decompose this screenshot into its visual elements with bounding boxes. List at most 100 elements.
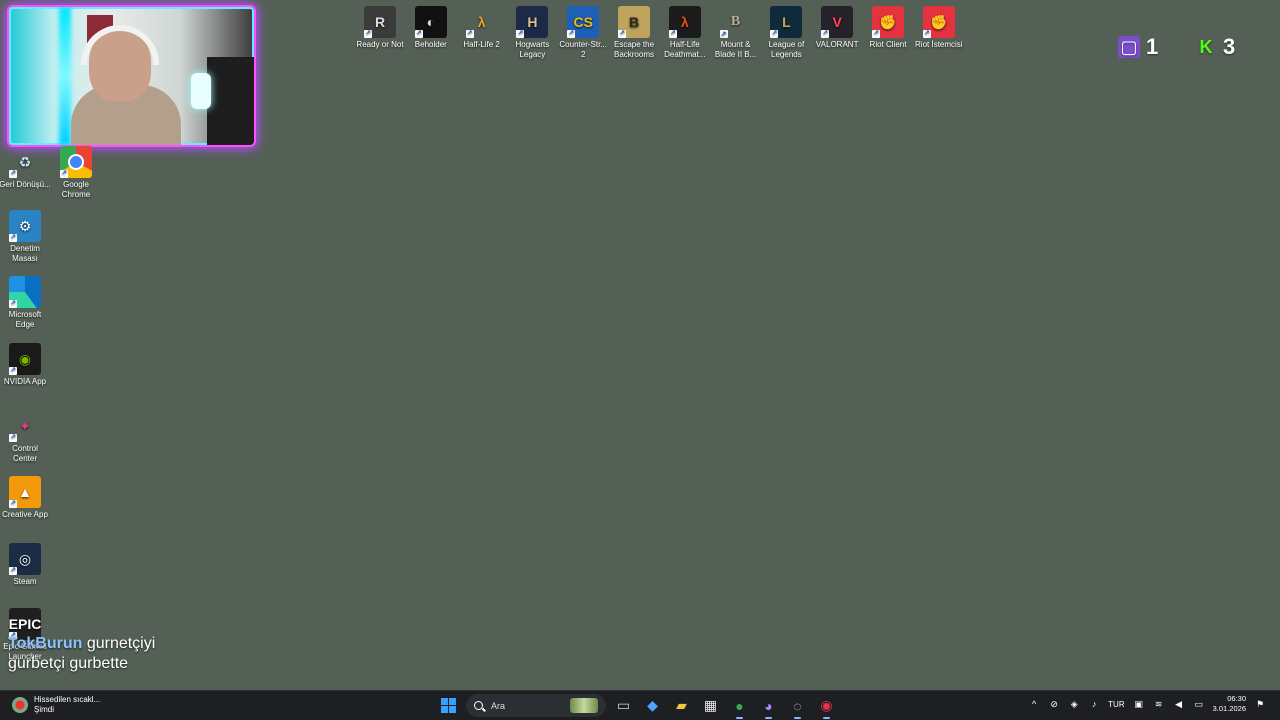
shortcut-arrow-icon: ↗ [516,30,525,38]
file-explorer-icon: ▰ [676,697,687,713]
clock[interactable]: 06:30 3.01.2026 [1213,694,1246,714]
chat-app-icon: ◕ [764,697,773,714]
mount-and-blade-icon: B ↗ [719,6,752,38]
desktop-shortcut[interactable]: ◐ ↗ Beholder [405,6,457,50]
shortcut-label: Creative App [2,510,48,519]
desktop-shortcut[interactable]: CS ↗ Counter-Str... 2 [557,6,609,60]
desktop-shortcut[interactable]: ⚙ ↗ Denetim Masası [0,210,51,264]
desktop-shortcut[interactable]: B ↗ Mount & Blade II B... [710,6,762,60]
desktop-shortcut[interactable]: ↗ Google Chrome [50,146,102,200]
taskbar-app-button[interactable]: ▰ [670,694,693,717]
icon-glyph: ♻ [18,154,32,170]
shortcut-label: Control Center [12,444,38,463]
weather-widget[interactable]: Hissedilen sıcakl... Şimdi [12,695,100,715]
shortcut-label: Geri Dönüşü... [0,180,51,189]
shortcut-label: Steam [13,577,37,586]
shortcut-arrow-icon: ↗ [465,30,474,38]
battery-icon[interactable]: ▭ [1193,698,1205,710]
icon-glyph: ◎ [18,551,32,567]
clock-time: 06:30 [1227,694,1246,703]
icon-glyph: L [782,14,791,30]
desktop-shortcut[interactable]: H ↗ Hogwarts Legacy [506,6,558,60]
counter-strike-2-icon: CS ↗ [567,6,600,38]
taskbar-app-button[interactable]: ◆ [641,694,664,717]
microphone-icon[interactable]: ♪ [1088,698,1100,710]
taskbar-app-button[interactable]: ◌ [786,694,809,719]
gaming-chair [207,57,254,145]
security-icon[interactable]: ◈ [1068,698,1080,710]
desktop-shortcut[interactable]: ✊ ↗ Riot Client [862,6,914,50]
chevron-up-icon[interactable]: ^ [1028,698,1040,710]
desktop-shortcut[interactable]: ♻ ↗ Geri Dönüşü... [0,146,51,190]
desktop-shortcut[interactable]: L ↗ League of Legends [760,6,812,60]
icon-glyph: ◐ [426,14,436,30]
windows-logo-icon [441,698,456,713]
shortcut-arrow-icon: ↗ [364,30,372,38]
desktop-shortcut[interactable]: λ ↗ Half-Life 2 [456,6,508,50]
desktop-shortcut[interactable]: λ ↗ Half-Life Deathmat... [659,6,711,60]
shortcut-label: Counter-Str... 2 [559,40,607,59]
shortcut-label: Escape the Backrooms [613,40,655,59]
volume-icon[interactable]: ◀ [1173,698,1185,710]
icon-glyph: λ [680,14,689,30]
desktop-shortcut[interactable]: ✦ ↗ Control Center [0,410,51,464]
shortcut-arrow-icon: ↗ [9,367,17,375]
display-icon[interactable]: ▣ [1133,698,1145,710]
notification-icon[interactable]: ⚑ [1254,698,1266,710]
taskbar-app-button[interactable]: ◉ [815,694,838,719]
shortcut-label: Half-Life 2 [463,40,500,49]
control-center-icon: ✦ ↗ [9,410,41,442]
weather-title: Hissedilen sıcakl... [34,695,101,704]
desktop-shortcut[interactable]: ◎ ↗ Steam [0,543,51,587]
kick-icon: K [1199,36,1213,57]
desktop-shortcut[interactable]: ↗ Microsoft Edge [0,276,51,330]
desktop-shortcut[interactable]: B ↗ Escape the Backrooms [608,6,660,60]
task-view-icon: ▭ [616,697,631,713]
shortcut-label: Ready or Not [356,40,404,49]
search-placeholder: Ara [491,700,506,711]
microsoft-store-icon: ▦ [703,697,718,713]
shortcut-label: Hogwarts Legacy [515,40,550,59]
chrome-icon: ↗ [60,146,92,178]
webcam-overlay [9,7,254,145]
shortcut-arrow-icon: ↗ [414,30,423,38]
desktop-shortcut[interactable]: V ↗ VALORANT [811,6,863,50]
shortcut-arrow-icon: ↗ [668,30,677,38]
search-box[interactable]: Ara [466,694,606,717]
desktop-shortcut[interactable]: ✊ ↗ Riot İstemcisi [913,6,965,50]
shortcut-label: Denetim Masası [10,244,40,263]
icon-glyph: R [374,14,386,30]
taskbar-app-button[interactable]: ● [728,694,751,719]
nvidia-icon: ◉ ↗ [9,343,41,375]
league-of-legends-icon: L ↗ [770,6,803,38]
shortcut-arrow-icon: ↗ [9,170,17,178]
shortcut-arrow-icon: ↗ [60,170,68,178]
taskbar-app-button[interactable]: ▦ [699,694,722,717]
network-off-icon[interactable]: ⊘ [1048,698,1060,710]
shortcut-arrow-icon: ↗ [9,434,17,442]
shortcut-label: Riot İstemcisi [915,40,963,49]
shortcut-label: NVIDIA App [3,377,47,386]
language-indicator[interactable]: TUR [1108,700,1124,709]
riot-istemcisi-icon: ✊ ↗ [922,6,955,38]
chat-message: TokBurun gurnetçiyi [8,634,228,654]
shortcut-label: Half-Life Deathmat... [664,40,706,59]
taskbar-app-button[interactable]: ▭ [612,694,635,717]
weather-subtitle: Şimdi [34,705,55,714]
chat-username: TokBurun [8,635,83,652]
desktop-shortcut[interactable]: R ↗ Ready or Not [354,6,406,50]
taskbar-app-button[interactable]: ◕ [757,694,780,719]
search-icon [474,701,483,710]
shortcut-arrow-icon: ↗ [821,30,830,38]
shortcut-label: Microsoft Edge [8,310,42,329]
shortcut-arrow-icon: ↗ [9,567,17,575]
desktop-shortcut[interactable]: ◉ ↗ NVIDIA App [0,343,51,387]
shortcut-label: Mount & Blade II B... [714,40,757,59]
recycle-bin-icon: ♻ ↗ [9,146,41,178]
obs-icon: ◌ [793,697,802,714]
start-button[interactable] [437,694,460,717]
wifi-icon[interactable]: ≋ [1153,698,1165,710]
microphone [191,73,211,109]
desktop-shortcut[interactable]: ▲ ↗ Creative App [0,476,51,520]
icon-glyph: ✊ [930,14,948,30]
